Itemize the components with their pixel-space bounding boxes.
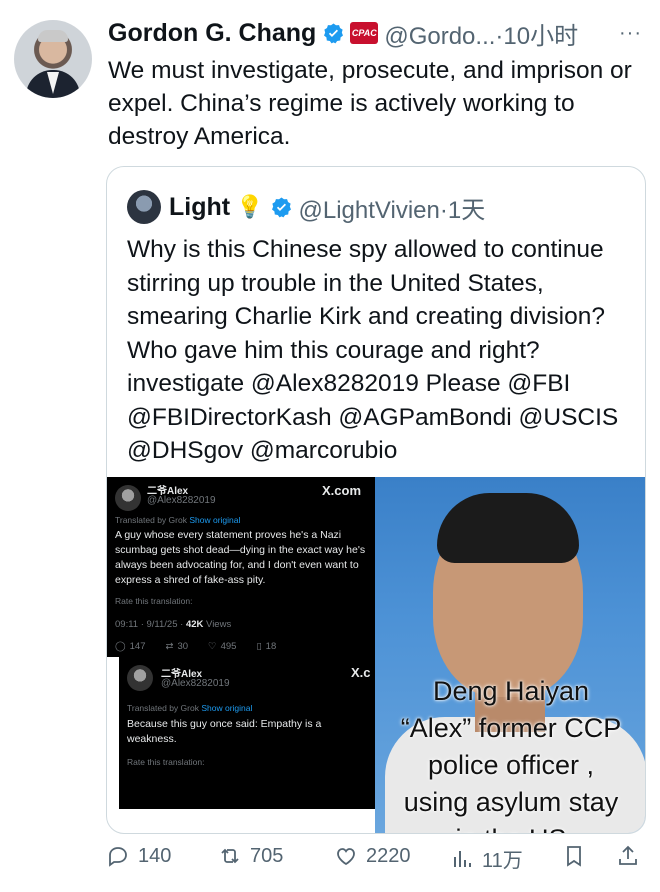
person-hair (437, 493, 579, 563)
views-count: 11万 (482, 850, 523, 872)
verified-badge-icon (324, 22, 344, 43)
bookmark-icon: ▯ 18 (256, 641, 277, 652)
quoted-author-display-name[interactable]: Light (169, 193, 230, 222)
bookmark-icon (567, 846, 581, 867)
affiliation-badge[interactable]: CPAC (350, 22, 379, 44)
share-button[interactable] (616, 844, 640, 868)
repost-button[interactable]: 705 (218, 844, 283, 868)
rate-translation: Rate this translation: (127, 757, 205, 767)
translation-note: Translated by Grok Show original (127, 703, 253, 713)
embedded-screenshot-1: 二爷Alex @Alex8282019 X.com Translated by … (107, 477, 375, 657)
reply-count: 140 (138, 844, 172, 867)
tweet-header: Gordon G. Chang CPAC @Gordo...·10小时 (108, 16, 578, 50)
quoted-tweet-text: Why is this Chinese spy allowed to conti… (127, 236, 619, 464)
like-icon (337, 848, 355, 866)
quoted-tweet[interactable]: Light 💡 @LightVivien·1天 Why is this Chin… (106, 166, 646, 834)
photo-panel: Deng Haiyan “Alex” former CCP police off… (375, 477, 645, 833)
author-handle[interactable]: @Gordo...·10小时 (384, 16, 578, 51)
views-button[interactable]: 11万 (450, 844, 523, 873)
like-icon: ♡ 495 (208, 641, 237, 652)
repost-icon: ⇄ 30 (165, 641, 189, 652)
quoted-author-handle[interactable]: @LightVivien·1天 (299, 190, 486, 225)
quoted-author-avatar[interactable] (127, 190, 161, 224)
screenshot-body: A guy whose every statement proves he's … (115, 529, 366, 586)
like-count: 2220 (366, 844, 411, 867)
repost-icon (221, 848, 239, 864)
screenshot-stats: ◯ 147 ⇄ 30 ♡ 495 ▯ 18 (115, 641, 296, 652)
rate-translation: Rate this translation: (115, 596, 193, 606)
author-display-name[interactable]: Gordon G. Chang (108, 19, 316, 48)
tweet[interactable]: Gordon G. Chang CPAC @Gordo...·10小时 ··· … (0, 0, 660, 892)
avatar (127, 665, 153, 691)
repost-count: 705 (250, 844, 284, 867)
embedded-screenshot-2: 二爷Alex @Alex8282019 X.c Translated by Gr… (119, 657, 375, 809)
xcom-watermark: X.c (351, 665, 371, 680)
screenshot-body: Because this guy once said: Empathy is a… (127, 718, 322, 745)
verified-badge-icon (271, 196, 291, 217)
screenshot-author-handle: @Alex8282019 (147, 495, 216, 506)
avatar (115, 485, 141, 511)
tweet-time: 10小时 (503, 22, 579, 50)
quoted-tweet-header: Light 💡 @LightVivien·1天 (127, 189, 485, 225)
quoted-tweet-time: 1天 (447, 196, 486, 224)
lightbulb-icon: 💡 (236, 194, 264, 219)
reply-button[interactable]: 140 (106, 844, 171, 868)
share-icon (619, 845, 637, 865)
more-icon[interactable]: ··· (619, 22, 642, 45)
translation-note: Translated by Grok Show original (115, 515, 241, 525)
screenshot-author-handle: @Alex8282019 (161, 678, 230, 689)
reply-icon (109, 847, 127, 867)
reply-icon: ◯ 147 (115, 641, 146, 652)
tweet-text: We must investigate, prosecute, and impr… (108, 57, 632, 150)
quoted-tweet-media[interactable]: 二爷Alex @Alex8282019 X.com Translated by … (107, 477, 645, 833)
xcom-watermark: X.com (322, 483, 362, 498)
like-button[interactable]: 2220 (334, 844, 411, 868)
screenshot-meta: 09:11 · 9/11/25 · 42K Views (115, 619, 232, 630)
photo-caption: Deng Haiyan “Alex” former CCP police off… (400, 676, 622, 833)
bookmark-button[interactable] (562, 844, 586, 868)
tweet-actions: 140 705 2220 11万 (106, 844, 646, 876)
views-icon (454, 850, 471, 867)
author-avatar[interactable] (14, 20, 92, 98)
